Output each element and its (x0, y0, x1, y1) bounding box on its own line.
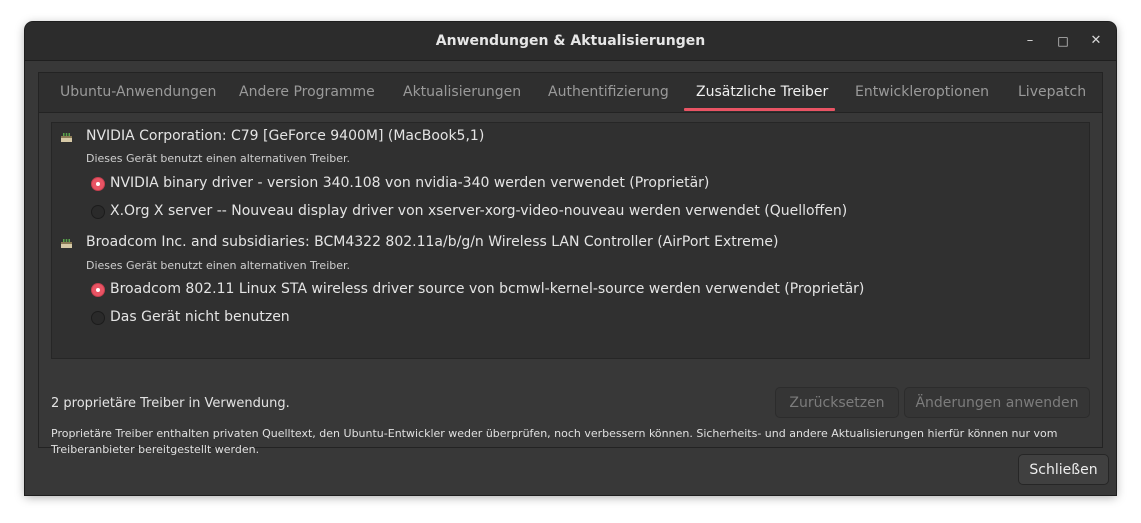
driver-radio-selected[interactable] (91, 177, 105, 191)
driver-option-label[interactable]: NVIDIA binary driver - version 340.108 v… (110, 175, 709, 191)
driver-status-text: 2 proprietäre Treiber in Verwendung. (51, 396, 290, 411)
driver-option-label[interactable]: X.Org X server -- Nouveau display driver… (110, 203, 847, 219)
driver-radio-selected[interactable] (91, 283, 105, 297)
tab-authentication[interactable]: Authentifizierung (548, 73, 669, 112)
close-window-button[interactable]: ✕ (1084, 29, 1108, 53)
tab-updates[interactable]: Aktualisierungen (403, 73, 521, 112)
tab-additional-drivers[interactable]: Zusätzliche Treiber (696, 73, 828, 112)
close-button[interactable]: Schließen (1018, 454, 1109, 485)
driver-radio[interactable] (91, 205, 105, 219)
app-window: Anwendungen & Aktualisierungen – □ ✕ Ubu… (25, 22, 1116, 495)
active-tab-indicator (684, 108, 835, 111)
tab-livepatch[interactable]: Livepatch (1018, 73, 1086, 112)
proprietary-driver-note: Proprietäre Treiber enthalten privaten Q… (51, 427, 1058, 456)
tab-developer-options[interactable]: Entwickleroptionen (855, 73, 989, 112)
device-status-text: Dieses Gerät benutzt einen alternativen … (86, 259, 351, 272)
device-driver-list: NVIDIA Corporation: C79 [GeForce 9400M] … (51, 122, 1090, 359)
revert-button[interactable]: Zurücksetzen (775, 387, 899, 418)
device-status-text: Dieses Gerät benutzt einen alternativen … (86, 152, 351, 165)
chip-icon (61, 239, 72, 248)
apply-changes-button[interactable]: Änderungen anwenden (904, 387, 1090, 418)
device-name: Broadcom Inc. and subsidiaries: BCM4322 … (86, 234, 779, 250)
tab-bar: Ubuntu-Anwendungen Andere Programme Aktu… (39, 73, 1102, 113)
minimize-button[interactable]: – (1018, 29, 1042, 53)
driver-option-label[interactable]: Broadcom 802.11 Linux STA wireless drive… (110, 281, 864, 297)
title-bar[interactable]: Anwendungen & Aktualisierungen – □ ✕ (25, 22, 1116, 61)
device-name: NVIDIA Corporation: C79 [GeForce 9400M] … (86, 128, 485, 144)
tab-ubuntu-software[interactable]: Ubuntu-Anwendungen (60, 73, 216, 112)
tab-other-software[interactable]: Andere Programme (239, 73, 375, 112)
driver-radio[interactable] (91, 311, 105, 325)
chip-icon (61, 133, 72, 142)
settings-notebook: Ubuntu-Anwendungen Andere Programme Aktu… (38, 72, 1103, 456)
driver-option-label[interactable]: Das Gerät nicht benutzen (110, 309, 290, 325)
maximize-button[interactable]: □ (1051, 29, 1075, 53)
window-title: Anwendungen & Aktualisierungen (435, 33, 706, 49)
